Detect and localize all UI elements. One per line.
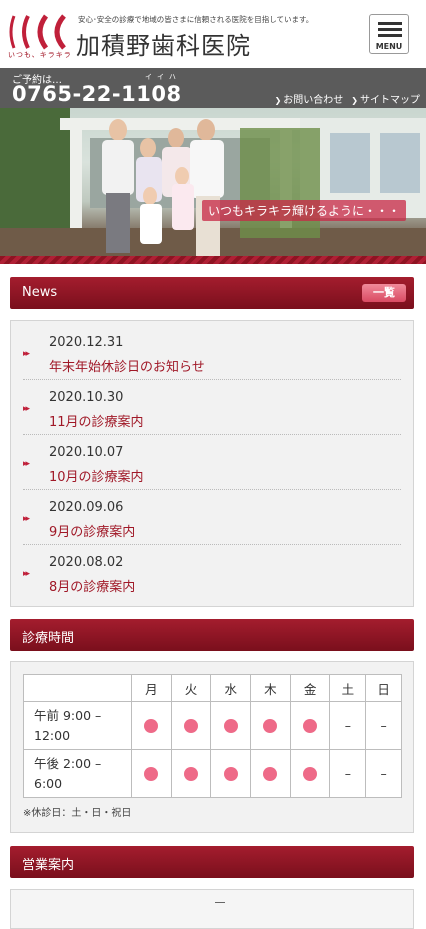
open-dot-icon [223, 767, 238, 782]
open-dot-icon [144, 719, 159, 734]
clinic-logo-icon[interactable] [6, 12, 66, 52]
table-header-row: 月 火 水 木 金 土 日 [23, 674, 402, 702]
double-chevron-icon: ▸▸ [23, 514, 30, 524]
day-header: 月 [131, 674, 172, 702]
open-dot-icon [303, 767, 318, 782]
double-chevron-icon: ▸▸ [23, 459, 30, 469]
schedule-cell: – [365, 701, 402, 750]
closed-days-note: ※休診日：土・日・祝日 [23, 808, 132, 819]
news-date: 2020.12.31 [49, 335, 124, 350]
open-dot-icon [223, 719, 238, 734]
schedule-cell [250, 701, 291, 750]
schedule-cell [289, 701, 331, 750]
open-dot-icon [144, 767, 159, 782]
hours-heading-label: 診療時間 [22, 631, 75, 646]
schedule-cell [131, 701, 172, 750]
schedule-cell [210, 701, 252, 750]
hamburger-icon [378, 22, 402, 25]
schedule-cell [131, 749, 172, 798]
family-photo [0, 108, 426, 264]
day-header: 金 [289, 674, 331, 702]
news-title[interactable]: 8月の診療案内 [49, 576, 135, 595]
open-dot-icon [184, 767, 199, 782]
double-chevron-icon: ▸▸ [23, 349, 30, 359]
phone-number[interactable]: 0765-22-1108 [12, 82, 182, 106]
schedule-cell [210, 749, 252, 798]
schedule-cell [170, 749, 212, 798]
schedule-cell: – [329, 701, 367, 750]
open-dot-icon [263, 767, 278, 782]
news-date: 2020.08.02 [49, 555, 124, 570]
list-item[interactable]: ▸▸ 2020.09.06 9月の診療案内 [23, 490, 401, 545]
business-panel [10, 889, 414, 929]
sitemap-link[interactable]: ❯ サイトマップ [351, 91, 420, 106]
schedule-cell [289, 749, 331, 798]
hours-panel: 月 火 水 木 金 土 日 午前 9:00 – 12:00– – 午後 2:00 –… [10, 661, 414, 833]
phone-bar: ご予約は… イイハ 0765-22-1108 ❯ お問い合わせ ❯ サイトマップ [0, 68, 426, 108]
news-date: 2020.10.30 [49, 390, 124, 405]
day-header: 日 [365, 674, 402, 702]
list-item[interactable]: ▸▸ 2020.08.02 8月の診療案内 [23, 545, 401, 600]
hours-heading: 診療時間 [10, 619, 414, 651]
top-links: ❯ お問い合わせ ❯ サイトマップ [275, 91, 420, 106]
news-date: 2020.09.06 [49, 500, 124, 515]
day-header: 木 [250, 674, 291, 702]
open-dot-icon [184, 719, 199, 734]
list-item[interactable]: ▸▸ 2020.10.07 10月の診療案内 [23, 435, 401, 490]
menu-button[interactable]: MENU [369, 14, 409, 54]
schedule-cell [250, 749, 291, 798]
contact-link[interactable]: ❯ お問い合わせ [275, 91, 344, 106]
time-slot: 午前 9:00 – 12:00 [23, 701, 132, 750]
open-dot-icon [303, 719, 318, 734]
news-heading: News 一覧 [10, 277, 414, 309]
schedule-cell: – [365, 749, 402, 798]
list-item[interactable]: ▸▸ 2020.12.31 年末年始休診日のお知らせ [23, 325, 401, 380]
news-title[interactable]: 年末年始休診日のお知らせ [49, 356, 205, 375]
double-chevron-icon: ▸▸ [23, 569, 30, 579]
news-heading-label: News [22, 285, 58, 300]
time-slot: 午後 2:00 – 6:00 [23, 749, 132, 798]
table-row: 午後 2:00 – 6:00 – – [23, 749, 402, 798]
news-list: ▸▸ 2020.12.31 年末年始休診日のお知らせ ▸▸ 2020.10.30… [10, 320, 414, 607]
tagline: 安心･安全の診療で地域の皆さまに信頼される医院を目指しています。 [78, 15, 314, 24]
day-header: 火 [170, 674, 212, 702]
list-item[interactable]: ▸▸ 2020.10.30 11月の診療案内 [23, 380, 401, 435]
chevron-right-icon: ❯ [351, 96, 358, 105]
news-title[interactable]: 9月の診療案内 [49, 521, 135, 540]
news-title[interactable]: 10月の診療案内 [49, 466, 144, 485]
divider [215, 902, 225, 903]
business-heading: 営業案内 [10, 846, 414, 878]
day-header: 水 [210, 674, 252, 702]
site-header: いつも、キラキラ 安心･安全の診療で地域の皆さまに信頼される医院を目指しています… [0, 0, 426, 68]
news-date: 2020.10.07 [49, 445, 124, 460]
hours-table: 月 火 水 木 金 土 日 午前 9:00 – 12:00– – 午後 2:00 –… [23, 674, 402, 798]
table-row: 午前 9:00 – 12:00 – – [23, 701, 402, 750]
schedule-cell: – [329, 749, 367, 798]
schedule-cell [170, 701, 212, 750]
menu-label: MENU [375, 42, 403, 51]
double-chevron-icon: ▸▸ [23, 404, 30, 414]
chevron-right-icon: ❯ [274, 96, 282, 105]
corner-cell [23, 674, 132, 702]
hero-caption: いつもキラキラ輝けるように・・・ [201, 200, 406, 221]
hero-image: いつもキラキラ輝けるように・・・ [0, 108, 426, 264]
open-dot-icon [263, 719, 278, 734]
news-all-button[interactable]: 一覧 [362, 284, 406, 302]
phone-ruby: イイハ [145, 73, 181, 81]
news-title[interactable]: 11月の診療案内 [49, 411, 144, 430]
clinic-name[interactable]: 加積野歯科医院 [76, 26, 251, 61]
business-heading-label: 営業案内 [22, 858, 75, 873]
day-header: 土 [329, 674, 367, 702]
logo-subtitle: いつも、キラキラ [8, 51, 72, 59]
hero-stripe [0, 256, 426, 264]
